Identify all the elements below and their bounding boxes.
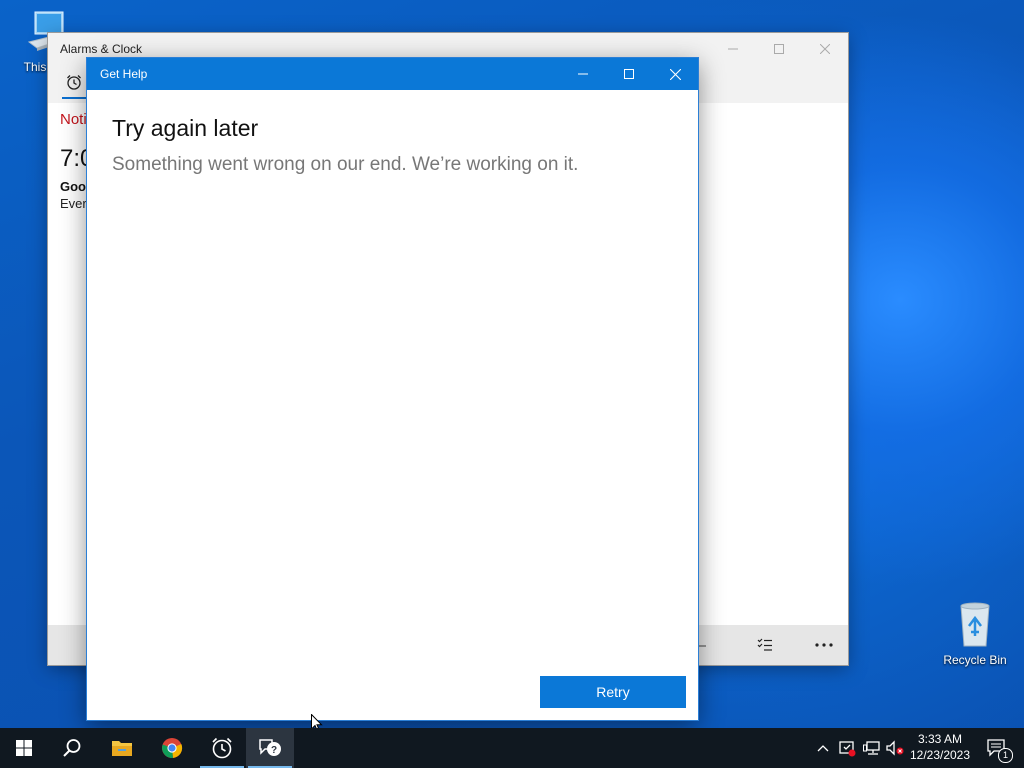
alarm-clock-icon xyxy=(67,75,81,90)
checklist-icon xyxy=(757,638,772,651)
network-icon xyxy=(863,741,880,755)
close-icon xyxy=(820,44,830,54)
desktop-icon-recycle-bin[interactable]: Recycle Bin xyxy=(940,600,1010,667)
recycle-bin-icon xyxy=(960,602,990,647)
taskbar: ? 3:33 AM 12/23/2023 1 xyxy=(0,728,1024,768)
desktop-icon-label: Recycle Bin xyxy=(943,653,1007,667)
close-button[interactable] xyxy=(802,33,848,65)
search-button[interactable] xyxy=(48,728,96,768)
alarms-clock-icon xyxy=(212,737,232,759)
minimize-button[interactable] xyxy=(710,33,756,65)
chrome-button[interactable] xyxy=(148,728,196,768)
maximize-button[interactable] xyxy=(756,33,802,65)
notification-warning: Noti xyxy=(60,111,87,128)
file-explorer-button[interactable] xyxy=(98,728,146,768)
security-tray-button[interactable] xyxy=(836,728,858,768)
get-help-taskbar-button[interactable]: ? xyxy=(246,728,294,768)
more-icon xyxy=(815,643,833,647)
start-button[interactable] xyxy=(0,728,48,768)
minimize-icon xyxy=(578,73,588,75)
error-heading: Try again later xyxy=(112,115,259,141)
minimize-button[interactable] xyxy=(560,58,606,90)
minimize-icon xyxy=(728,48,738,50)
file-explorer-icon xyxy=(112,741,132,756)
error-message: Something went wrong on our end. We’re w… xyxy=(112,154,579,175)
alarms-clock-taskbar-button[interactable] xyxy=(198,728,246,768)
maximize-icon xyxy=(624,69,634,79)
get-help-window: Get Help Try again later Something went … xyxy=(87,58,698,720)
tab-alarm[interactable] xyxy=(62,67,86,99)
shield-warning-icon xyxy=(839,741,856,757)
maximize-button[interactable] xyxy=(606,58,652,90)
network-tray-button[interactable] xyxy=(861,728,883,768)
volume-muted-icon xyxy=(886,740,904,756)
retry-button[interactable]: Retry xyxy=(540,676,686,708)
close-button[interactable] xyxy=(652,58,698,90)
title-bar: Get Help xyxy=(87,58,698,90)
chrome-icon xyxy=(162,738,183,758)
action-center-button[interactable]: 1 xyxy=(980,728,1014,768)
clock-date: 12/23/2023 xyxy=(909,748,971,762)
get-help-icon: ? xyxy=(259,739,281,756)
windows-logo-icon xyxy=(16,740,32,756)
svg-text:?: ? xyxy=(271,745,277,756)
edit-icon xyxy=(698,645,706,647)
more-options-button[interactable] xyxy=(809,631,839,659)
volume-tray-button[interactable] xyxy=(884,728,906,768)
maximize-icon xyxy=(774,44,784,54)
taskbar-clock[interactable]: 3:33 AM 12/23/2023 xyxy=(904,731,976,763)
search-icon xyxy=(63,739,81,757)
clock-time: 3:33 AM xyxy=(917,732,963,746)
show-hidden-icons-button[interactable] xyxy=(814,728,832,768)
notification-count-badge: 1 xyxy=(998,748,1013,763)
close-icon xyxy=(669,68,681,80)
window-title: Get Help xyxy=(100,67,148,81)
window-title: Alarms & Clock xyxy=(60,42,143,56)
select-alarms-button[interactable] xyxy=(750,631,780,659)
chevron-up-icon xyxy=(817,745,829,752)
